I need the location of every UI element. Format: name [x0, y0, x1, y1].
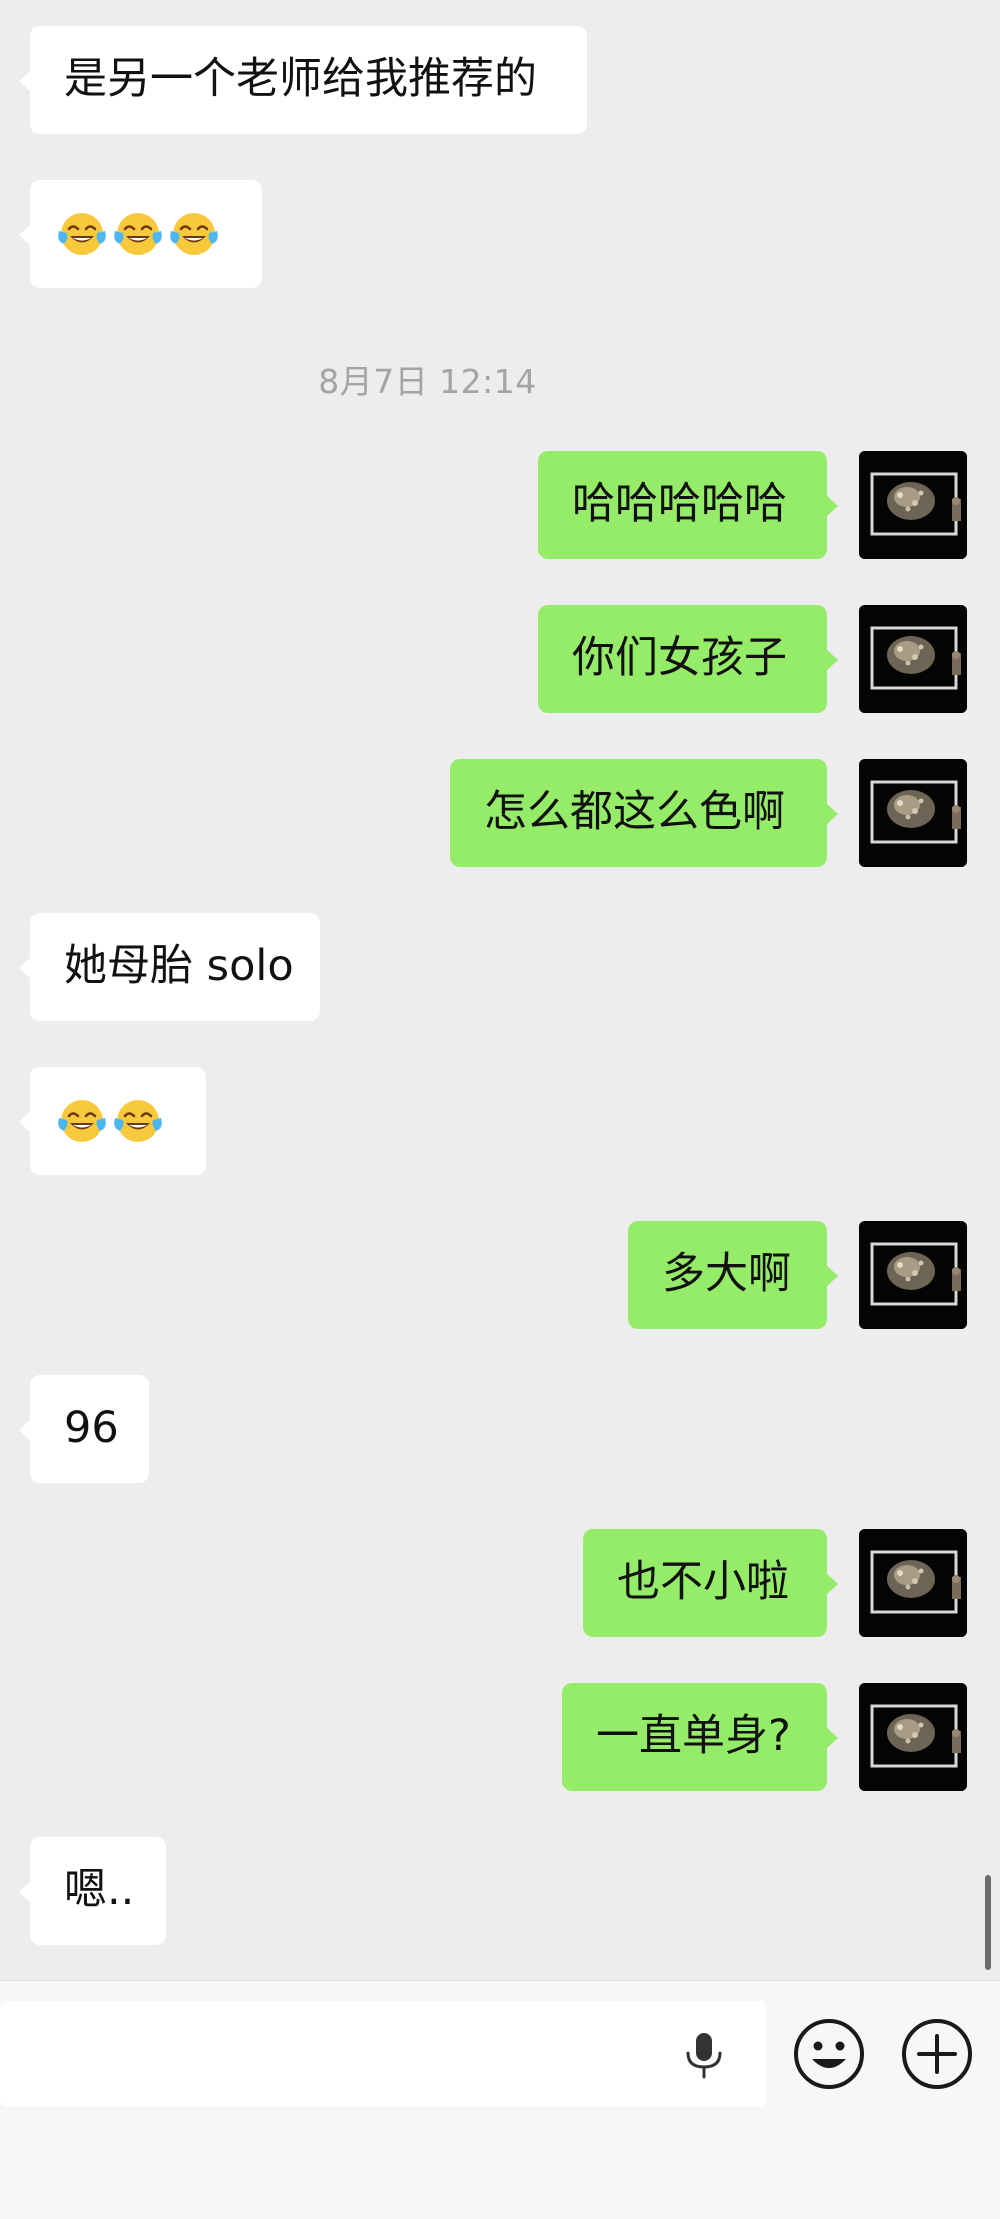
message-bubble-incoming[interactable]: 她母胎 solo	[19, 913, 320, 1021]
message-text: 你们女孩子	[572, 633, 787, 683]
message-input[interactable]	[0, 2001, 766, 2107]
message-text: 一直单身?	[596, 1711, 791, 1761]
tears-of-joy-emoji-icon	[112, 1094, 164, 1146]
message-text: 嗯..	[64, 1865, 135, 1915]
avatar[interactable]	[859, 1683, 967, 1791]
message-text: 怎么都这么色啊	[484, 787, 785, 837]
avatar[interactable]	[859, 1529, 967, 1637]
message-bubble-incoming[interactable]: 96	[19, 1375, 149, 1483]
avatar-image	[859, 759, 967, 867]
avatar-image	[859, 451, 967, 559]
message-bubble-outgoing[interactable]: 你们女孩子	[538, 605, 838, 713]
avatar-image	[859, 1529, 967, 1637]
tears-of-joy-emoji-icon	[56, 1094, 108, 1146]
scrollbar[interactable]	[985, 1875, 991, 1970]
message-bubble-incoming[interactable]: 是另一个老师给我推荐的	[19, 26, 587, 134]
avatar[interactable]	[859, 1221, 967, 1329]
avatar[interactable]	[859, 451, 967, 559]
tears-of-joy-emoji-icon	[112, 207, 164, 259]
message-text: 也不小啦	[617, 1557, 789, 1607]
message-bubble-incoming[interactable]: 嗯..	[19, 1837, 166, 1945]
message-bubble-outgoing[interactable]: 一直单身?	[562, 1683, 838, 1791]
tears-of-joy-emoji-icon	[168, 207, 220, 259]
message-bubble-outgoing[interactable]: 多大啊	[628, 1221, 838, 1329]
message-bubble-incoming[interactable]	[19, 1067, 206, 1175]
message-timestamp: 8月7日 12:14	[318, 362, 537, 401]
input-bar	[0, 1980, 1000, 2219]
message-bubble-outgoing[interactable]: 也不小啦	[583, 1529, 838, 1637]
plus-circle-icon[interactable]	[900, 2017, 974, 2091]
message-bubble-outgoing[interactable]: 怎么都这么色啊	[450, 759, 838, 867]
avatar-image	[859, 1683, 967, 1791]
message-text: 她母胎 solo	[64, 941, 294, 991]
avatar-image	[859, 1221, 967, 1329]
message-text: 96	[64, 1403, 119, 1453]
avatar-image	[859, 605, 967, 713]
message-bubble-outgoing[interactable]: 哈哈哈哈哈	[538, 451, 838, 559]
message-text: 是另一个老师给我推荐的	[64, 54, 537, 104]
avatar[interactable]	[859, 605, 967, 713]
chat-area[interactable]: 是另一个老师给我推荐的 8月7日 12:14 哈哈哈哈哈 你们女孩子 怎么都这么…	[0, 0, 1000, 1980]
avatar[interactable]	[859, 759, 967, 867]
tears-of-joy-emoji-icon	[56, 207, 108, 259]
message-bubble-incoming[interactable]	[19, 180, 262, 288]
microphone-icon[interactable]	[682, 2031, 726, 2081]
message-text: 多大啊	[662, 1249, 791, 1299]
message-text: 哈哈哈哈哈	[572, 479, 787, 529]
smiley-face-icon[interactable]	[792, 2017, 866, 2091]
